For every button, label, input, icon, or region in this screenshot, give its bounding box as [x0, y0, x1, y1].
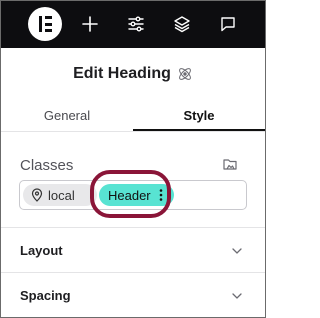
- class-chip-header[interactable]: Header: [99, 184, 174, 206]
- plus-icon[interactable]: [80, 14, 100, 34]
- chat-icon[interactable]: [218, 14, 238, 34]
- atom-icon: [177, 66, 193, 82]
- editor-panel: Edit Heading General Style Classes local…: [0, 0, 266, 318]
- tab-style[interactable]: Style: [133, 101, 265, 129]
- section-spacing[interactable]: Spacing: [1, 273, 265, 317]
- chevron-down-icon: [231, 245, 243, 257]
- more-vertical-icon[interactable]: [158, 188, 164, 202]
- tabs-divider: [1, 131, 265, 132]
- sliders-icon[interactable]: [126, 14, 146, 34]
- classes-label: Classes: [20, 157, 74, 174]
- location-pin-icon: [30, 188, 44, 202]
- elementor-logo-icon[interactable]: [28, 7, 62, 41]
- panel-tabs: General Style: [1, 101, 265, 131]
- panel-header: Edit Heading: [1, 57, 265, 91]
- panel-title: Edit Heading: [73, 65, 171, 82]
- layers-icon[interactable]: [172, 14, 192, 34]
- classes-selector[interactable]: local Header: [19, 180, 247, 210]
- section-label: Spacing: [20, 288, 71, 303]
- folder-icon[interactable]: [222, 156, 238, 172]
- section-label: Layout: [20, 243, 63, 258]
- class-chip-label: Header: [108, 188, 151, 203]
- top-toolbar: [1, 1, 265, 48]
- class-chip-local[interactable]: local: [23, 184, 97, 206]
- section-layout[interactable]: Layout: [1, 228, 265, 272]
- tab-general[interactable]: General: [1, 101, 133, 129]
- class-chip-label: local: [48, 188, 75, 203]
- chevron-down-icon: [231, 290, 243, 302]
